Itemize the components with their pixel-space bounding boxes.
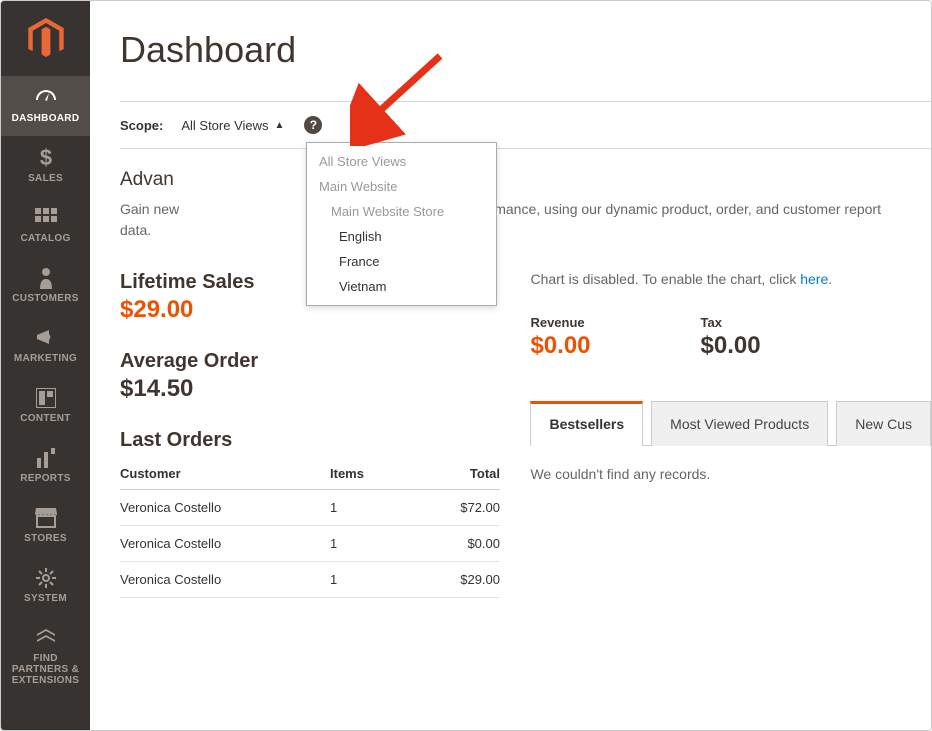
sales-icon: $ xyxy=(38,146,54,170)
reports-icon xyxy=(36,446,56,470)
scope-selector[interactable]: All Store Views ▲ xyxy=(181,118,284,133)
advanced-body-end: data. xyxy=(120,222,151,238)
sidebar-item-label: FIND PARTNERS & EXTENSIONS xyxy=(1,653,90,686)
page-title: Dashboard xyxy=(120,1,931,101)
cell-customer: Veronica Costello xyxy=(120,562,320,598)
table-row[interactable]: Veronica Costello 1 $0.00 xyxy=(120,526,500,562)
scope-option-english[interactable]: English xyxy=(307,224,496,249)
table-row[interactable]: Veronica Costello 1 $29.00 xyxy=(120,562,500,598)
sidebar-item-partners[interactable]: FIND PARTNERS & EXTENSIONS xyxy=(1,616,90,698)
partners-icon xyxy=(35,626,57,650)
svg-text:$: $ xyxy=(39,146,51,170)
sidebar-item-catalog[interactable]: CATALOG xyxy=(1,196,90,256)
sidebar-item-label: SALES xyxy=(24,173,67,184)
col-items[interactable]: Items xyxy=(320,458,415,490)
kpi-tax: Tax $0.00 xyxy=(701,315,761,360)
sidebar-item-system[interactable]: SYSTEM xyxy=(1,556,90,616)
sidebar-item-label: REPORTS xyxy=(16,473,74,484)
last-orders-title: Last Orders xyxy=(120,429,510,452)
scope-dropdown: All Store Views Main Website Main Websit… xyxy=(306,142,497,306)
scope-selected-value: All Store Views xyxy=(181,118,268,133)
cell-items: 1 xyxy=(320,526,415,562)
cell-items: 1 xyxy=(320,490,415,526)
tab-new-customers[interactable]: New Cus xyxy=(836,401,931,446)
sidebar-item-label: CONTENT xyxy=(16,413,74,424)
scope-option-vietnam[interactable]: Vietnam xyxy=(307,274,496,299)
kpi-revenue-label: Revenue xyxy=(530,315,590,330)
sidebar-item-label: STORES xyxy=(20,533,71,544)
average-order-title: Average Order xyxy=(120,350,510,373)
table-row[interactable]: Veronica Costello 1 $72.00 xyxy=(120,490,500,526)
help-icon[interactable]: ? xyxy=(304,116,322,134)
sidebar-item-dashboard[interactable]: DASHBOARD xyxy=(1,76,90,136)
cell-items: 1 xyxy=(320,562,415,598)
magento-logo-icon xyxy=(28,18,64,60)
kpi-tax-value: $0.00 xyxy=(701,332,761,360)
sidebar-item-label: MARKETING xyxy=(10,353,81,364)
kpi-tax-label: Tax xyxy=(701,315,761,330)
scope-option-all[interactable]: All Store Views xyxy=(307,149,496,174)
system-icon xyxy=(36,566,56,590)
scope-label: Scope: xyxy=(120,118,163,133)
chart-enable-link[interactable]: here xyxy=(800,271,828,287)
cell-customer: Veronica Costello xyxy=(120,490,320,526)
sidebar-item-sales[interactable]: $ SALES xyxy=(1,136,90,196)
catalog-icon xyxy=(35,206,57,230)
product-tabs: Bestsellers Most Viewed Products New Cus xyxy=(530,400,931,446)
scope-option-main-website: Main Website xyxy=(307,174,496,199)
average-order-value: $14.50 xyxy=(120,375,510,403)
tab-most-viewed[interactable]: Most Viewed Products xyxy=(651,401,828,446)
stores-icon xyxy=(35,506,57,530)
sidebar: DASHBOARD $ SALES CATALOG CUSTOMERS MARK… xyxy=(1,1,90,730)
sidebar-item-customers[interactable]: CUSTOMERS xyxy=(1,256,90,316)
scope-option-france[interactable]: France xyxy=(307,249,496,274)
cell-total: $72.00 xyxy=(415,490,500,526)
dashboard-icon xyxy=(34,86,58,110)
sidebar-item-label: CUSTOMERS xyxy=(8,293,82,304)
marketing-icon xyxy=(35,326,57,350)
chart-disabled-message: Chart is disabled. To enable the chart, … xyxy=(530,271,931,287)
sidebar-item-stores[interactable]: STORES xyxy=(1,496,90,556)
advanced-reporting: Advan Gain new f your business' performa… xyxy=(120,149,931,271)
customers-icon xyxy=(39,266,53,290)
col-customer[interactable]: Customer xyxy=(120,458,320,490)
magento-logo[interactable] xyxy=(1,1,90,76)
tab-content: We couldn't find any records. xyxy=(530,466,931,482)
col-total[interactable]: Total xyxy=(415,458,500,490)
average-order: Average Order $14.50 xyxy=(120,350,510,403)
sidebar-item-reports[interactable]: REPORTS xyxy=(1,436,90,496)
sidebar-item-label: CATALOG xyxy=(16,233,74,244)
sidebar-item-label: SYSTEM xyxy=(20,593,71,604)
last-orders: Last Orders Customer Items Total xyxy=(120,429,510,598)
last-orders-table: Customer Items Total Veronica Costello 1… xyxy=(120,458,500,598)
cell-total: $29.00 xyxy=(415,562,500,598)
caret-up-icon: ▲ xyxy=(275,120,285,131)
scope-row: Scope: All Store Views ▲ ? All Store Vie… xyxy=(120,101,931,149)
empty-records-message: We couldn't find any records. xyxy=(530,466,931,482)
advanced-reporting-title: Advan xyxy=(120,169,931,191)
cell-customer: Veronica Costello xyxy=(120,526,320,562)
kpi-revenue-value: $0.00 xyxy=(530,332,590,360)
tab-bestsellers[interactable]: Bestsellers xyxy=(530,401,643,446)
advanced-body-prefix: Gain new xyxy=(120,201,179,217)
content-icon xyxy=(36,386,56,410)
scope-option-main-website-store: Main Website Store xyxy=(307,199,496,224)
cell-total: $0.00 xyxy=(415,526,500,562)
sidebar-item-content[interactable]: CONTENT xyxy=(1,376,90,436)
sidebar-item-marketing[interactable]: MARKETING xyxy=(1,316,90,376)
kpi-revenue: Revenue $0.00 xyxy=(530,315,590,360)
main-content: Dashboard Scope: All Store Views ▲ ? All… xyxy=(90,1,931,730)
sidebar-item-label: DASHBOARD xyxy=(8,113,84,124)
